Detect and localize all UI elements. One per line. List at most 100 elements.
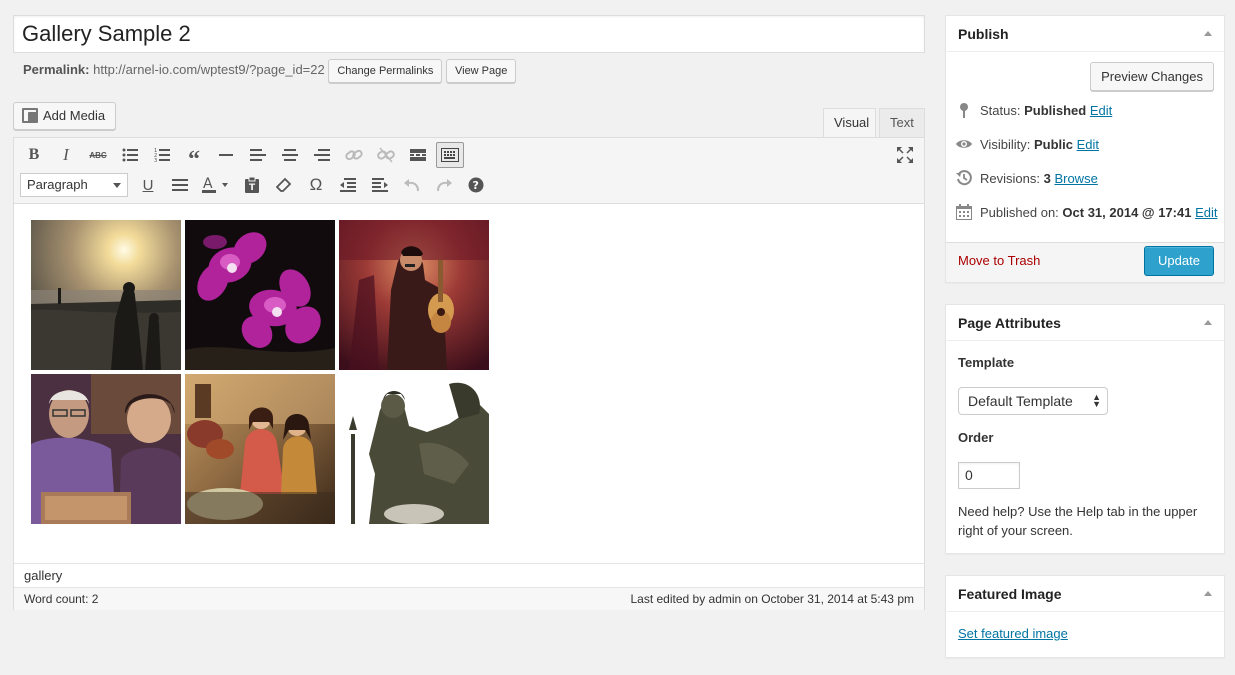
redo-icon[interactable] xyxy=(430,172,458,198)
editor-toolbar: B I ABC 123 “ Paragraph U A T Ω ? xyxy=(14,138,924,204)
undo-icon[interactable] xyxy=(398,172,426,198)
read-more-icon[interactable] xyxy=(404,142,432,168)
calendar-icon xyxy=(956,204,972,220)
editor-footer: Word count: 2 Last edited by admin on Oc… xyxy=(14,587,924,610)
collapse-arrow-icon[interactable] xyxy=(1204,320,1212,325)
collapse-arrow-icon[interactable] xyxy=(1204,31,1212,36)
pin-icon xyxy=(960,103,968,118)
statue-photo[interactable] xyxy=(339,374,489,524)
svg-text:A: A xyxy=(203,176,213,192)
outdent-icon[interactable] xyxy=(334,172,362,198)
permalink-label: Permalink: xyxy=(23,62,90,77)
revisions-value: 3 xyxy=(1043,171,1051,186)
page-attributes-header[interactable]: Page Attributes xyxy=(946,305,1224,341)
order-label: Order xyxy=(958,430,994,445)
permalink-url[interactable]: http://arnel-io.com/wptest9/?page_id=22 xyxy=(93,62,325,77)
special-character-icon[interactable]: Ω xyxy=(302,172,330,198)
help-text: Need help? Use the Help tab in the upper… xyxy=(958,504,1198,538)
numbered-list-icon[interactable]: 123 xyxy=(148,142,176,168)
fullscreen-icon[interactable] xyxy=(894,144,916,166)
svg-text:T: T xyxy=(249,183,256,193)
featured-image-heading: Featured Image xyxy=(958,586,1062,602)
tab-text[interactable]: Text xyxy=(879,108,925,137)
last-edited: Last edited by admin on October 31, 2014… xyxy=(630,592,914,606)
align-left-icon[interactable] xyxy=(244,142,272,168)
align-right-icon[interactable] xyxy=(308,142,336,168)
media-icon xyxy=(22,108,40,123)
visibility-row: Visibility: Public Edit xyxy=(956,135,1099,155)
view-page-button[interactable]: View Page xyxy=(445,58,517,83)
edit-status-link[interactable]: Edit xyxy=(1090,103,1112,118)
template-select[interactable]: Default Template ▲ ▼ xyxy=(958,387,1108,415)
sunset-beach-photo[interactable] xyxy=(31,220,181,370)
publish-box: Publish Preview Changes Status: Publishe… xyxy=(945,15,1225,283)
horizontal-rule-icon[interactable] xyxy=(212,142,240,168)
eye-icon xyxy=(956,140,972,148)
select-arrows-icon: ▲ ▼ xyxy=(1092,392,1101,409)
format-select[interactable]: Paragraph xyxy=(20,173,128,197)
edit-visibility-link[interactable]: Edit xyxy=(1077,137,1099,152)
strikethrough-icon[interactable]: ABC xyxy=(84,142,112,168)
visibility-label: Visibility: xyxy=(980,137,1031,152)
collapse-arrow-icon[interactable] xyxy=(1204,591,1212,596)
paste-text-icon[interactable]: T xyxy=(238,172,266,198)
align-center-icon[interactable] xyxy=(276,142,304,168)
browse-revisions-link[interactable]: Browse xyxy=(1054,171,1097,186)
link-icon[interactable] xyxy=(340,142,368,168)
unlink-icon[interactable] xyxy=(372,142,400,168)
published-row: Published on: Oct 31, 2014 @ 17:41 Edit xyxy=(956,203,1217,223)
page-attributes-heading: Page Attributes xyxy=(958,315,1061,331)
post-title-input[interactable]: Gallery Sample 2 xyxy=(13,15,925,53)
visibility-value: Public xyxy=(1033,137,1073,152)
editor-path: gallery xyxy=(14,563,924,587)
publish-box-header[interactable]: Publish xyxy=(946,16,1224,52)
update-button[interactable]: Update xyxy=(1144,246,1214,276)
content-editor: B I ABC 123 “ Paragraph U A T Ω ? galler… xyxy=(13,137,925,610)
change-permalinks-button[interactable]: Change Permalinks xyxy=(328,58,443,83)
preview-changes-button[interactable]: Preview Changes xyxy=(1090,62,1214,91)
bullet-list-icon[interactable] xyxy=(116,142,144,168)
template-value: Default Template xyxy=(968,393,1073,409)
move-to-trash-link[interactable]: Move to Trash xyxy=(958,253,1040,268)
toolbar-toggle-icon[interactable] xyxy=(436,142,464,168)
elderly-couple-photo[interactable] xyxy=(31,374,181,524)
status-row: Status: Published Edit xyxy=(956,101,1112,121)
status-value: Published xyxy=(1024,103,1087,118)
add-media-button[interactable]: Add Media xyxy=(13,102,116,130)
revisions-label: Revisions: xyxy=(980,171,1040,186)
clear-formatting-icon[interactable] xyxy=(270,172,298,198)
page-attributes-box: Page Attributes Template Default Templat… xyxy=(945,304,1225,554)
bold-icon[interactable]: B xyxy=(20,142,48,168)
published-label: Published on: xyxy=(980,205,1059,220)
toolbar-row-1: B I ABC 123 “ xyxy=(20,141,468,172)
women-in-room-photo[interactable] xyxy=(185,374,335,524)
indent-icon[interactable] xyxy=(366,172,394,198)
word-count: Word count: 2 xyxy=(24,592,99,606)
toolbar-row-2: Paragraph U A T Ω ? xyxy=(20,171,494,199)
svg-text:?: ? xyxy=(473,179,479,192)
tab-visual[interactable]: Visual xyxy=(823,108,876,137)
featured-image-header[interactable]: Featured Image xyxy=(946,576,1224,612)
guitar-performer-photo[interactable] xyxy=(339,220,489,370)
published-value: Oct 31, 2014 @ 17:41 xyxy=(1062,205,1192,220)
publish-actions: Move to Trash Update xyxy=(946,242,1224,282)
underline-icon[interactable]: U xyxy=(134,172,162,198)
add-media-label: Add Media xyxy=(43,108,106,123)
italic-icon[interactable]: I xyxy=(52,142,80,168)
history-icon xyxy=(956,170,972,186)
edit-date-link[interactable]: Edit xyxy=(1195,205,1217,220)
template-label: Template xyxy=(958,355,1015,370)
status-label: Status: xyxy=(980,103,1021,118)
help-icon[interactable]: ? xyxy=(462,172,490,198)
revisions-row: Revisions: 3 Browse xyxy=(956,169,1098,189)
blockquote-icon[interactable]: “ xyxy=(180,142,208,172)
svg-text:3: 3 xyxy=(154,158,157,162)
permalink-row: Permalink: http://arnel-io.com/wptest9/?… xyxy=(23,57,517,83)
purple-orchid-photo[interactable] xyxy=(185,220,335,370)
text-color-icon[interactable]: A xyxy=(198,172,234,198)
publish-heading: Publish xyxy=(958,26,1009,42)
featured-image-box: Featured Image Set featured image xyxy=(945,575,1225,658)
order-input[interactable]: 0 xyxy=(958,462,1020,489)
justify-icon[interactable] xyxy=(166,172,194,198)
set-featured-image-link[interactable]: Set featured image xyxy=(958,626,1068,641)
